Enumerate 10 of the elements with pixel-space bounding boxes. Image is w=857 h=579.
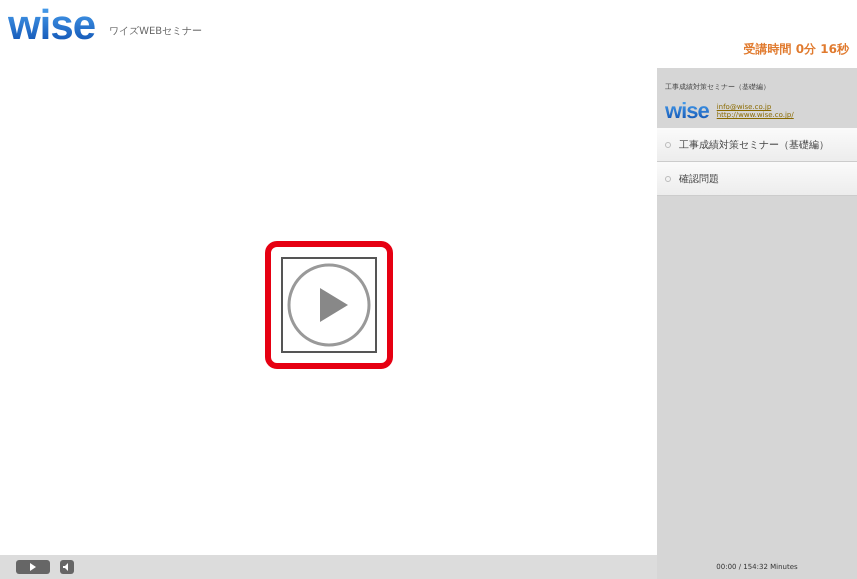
chapter-item[interactable]: 工事成績対策セミナー（基礎編） (657, 128, 857, 162)
play-icon (286, 262, 372, 348)
play-button[interactable] (16, 560, 50, 574)
site-subtitle: ワイズWEBセミナー (109, 25, 202, 38)
elapsed-time: 受講時間 0分 16秒 (744, 41, 849, 58)
play-icon (30, 563, 36, 571)
chapter-item[interactable]: 確認問題 (657, 162, 857, 196)
speaker-icon (63, 563, 71, 571)
play-button[interactable] (280, 256, 376, 352)
volume-button[interactable] (60, 560, 74, 574)
